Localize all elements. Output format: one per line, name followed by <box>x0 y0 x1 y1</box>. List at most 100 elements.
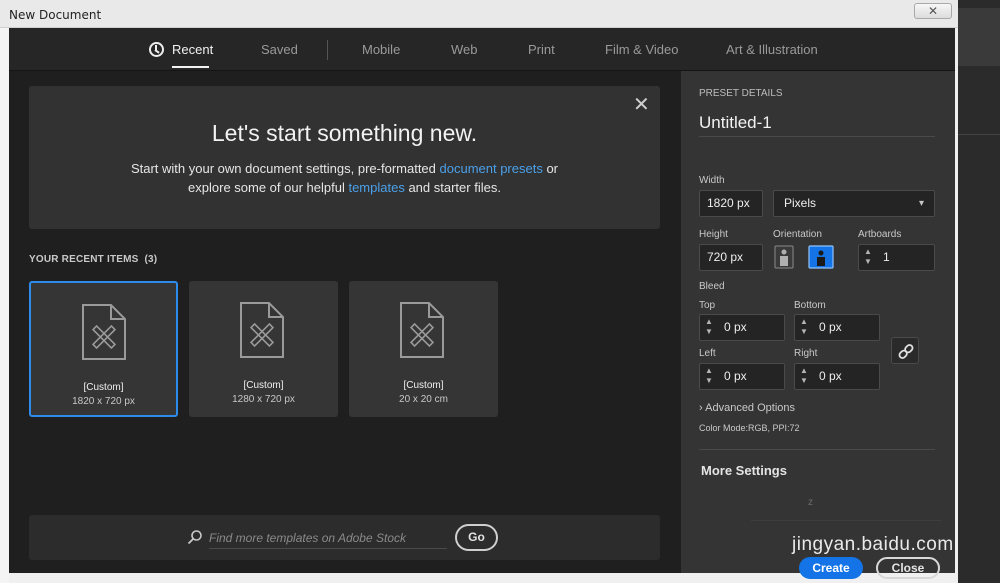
panel-divider <box>699 449 935 450</box>
bleed-left-label: Left <box>699 348 716 359</box>
bleed-right-value: 0 px <box>819 369 842 383</box>
recent-item-size: 1280 x 720 px <box>232 394 295 405</box>
templates-link[interactable]: templates <box>348 180 404 195</box>
artboards-stepper[interactable]: ▲ ▼ <box>863 247 873 268</box>
recent-item-card[interactable]: [Custom] 20 x 20 cm <box>349 281 498 417</box>
banner-text-part: explore some of our helpful <box>188 180 349 195</box>
up-arrow-icon[interactable]: ▲ <box>704 366 714 376</box>
down-arrow-icon[interactable]: ▼ <box>704 327 714 337</box>
advanced-options-label: Advanced Options <box>705 402 796 414</box>
bleed-top-input[interactable]: ▲ ▼ 0 px <box>699 314 785 341</box>
banner-text-part: or <box>542 161 559 176</box>
up-arrow-icon[interactable]: ▲ <box>704 317 714 327</box>
recent-items-label: YOUR RECENT ITEMS <box>29 254 139 265</box>
preset-details-panel: PRESET DETAILS Untitled-1 Width 1820 px … <box>681 71 955 579</box>
artboards-label: Artboards <box>858 229 902 240</box>
tab-web[interactable]: Web <box>451 42 478 57</box>
bleed-right-stepper[interactable]: ▲ ▼ <box>799 366 809 387</box>
background-app-edge <box>958 0 1000 583</box>
recent-item-size: 20 x 20 cm <box>399 394 448 405</box>
faint-label: z <box>808 497 813 508</box>
document-name-field[interactable]: Untitled-1 <box>699 113 935 137</box>
height-input[interactable]: 720 px <box>699 244 763 271</box>
up-arrow-icon[interactable]: ▲ <box>799 317 809 327</box>
tab-print[interactable]: Print <box>528 42 555 57</box>
advanced-options-toggle[interactable]: › Advanced Options <box>699 402 795 414</box>
search-icon <box>187 530 202 545</box>
active-tab-indicator <box>172 66 209 68</box>
bleed-right-label: Right <box>794 348 818 359</box>
bleed-top-stepper[interactable]: ▲ ▼ <box>704 317 714 338</box>
bleed-bottom-stepper[interactable]: ▲ ▼ <box>799 317 809 338</box>
create-button[interactable]: Create <box>799 557 863 579</box>
bleed-top-value: 0 px <box>724 320 747 334</box>
artboards-input[interactable]: ▲ ▼ 1 <box>858 244 935 271</box>
up-arrow-icon[interactable]: ▲ <box>863 247 873 257</box>
tab-film-video[interactable]: Film & Video <box>605 42 678 57</box>
document-icon <box>240 302 284 358</box>
width-label: Width <box>699 175 725 186</box>
bleed-top-label: Top <box>699 300 716 311</box>
bleed-right-input[interactable]: ▲ ▼ 0 px <box>794 363 880 390</box>
banner-text-part: Start with your own document settings, p… <box>130 161 440 176</box>
stock-search-bar: Go <box>29 515 660 560</box>
document-icon <box>400 302 444 358</box>
recent-item-size: 1820 x 720 px <box>72 396 135 407</box>
tab-mobile[interactable]: Mobile <box>362 42 400 57</box>
background-panel <box>958 8 1000 66</box>
bleed-left-stepper[interactable]: ▲ ▼ <box>704 366 714 387</box>
bleed-bottom-input[interactable]: ▲ ▼ 0 px <box>794 314 880 341</box>
portrait-orientation-icon[interactable] <box>774 245 794 269</box>
clock-icon <box>149 42 164 57</box>
bleed-bottom-label: Bottom <box>794 300 826 311</box>
new-document-dialog: Recent Saved Mobile Web Print Film & Vid… <box>9 28 955 579</box>
welcome-banner: ✕ Let's start something new. Start with … <box>29 86 660 229</box>
watermark-text: jingyan.baidu.com <box>792 534 954 555</box>
banner-text: Start with your own document settings, p… <box>29 159 660 197</box>
bleed-left-value: 0 px <box>724 369 747 383</box>
recent-item-card[interactable]: [Custom] 1820 x 720 px <box>29 281 178 417</box>
tab-art-illustration[interactable]: Art & Illustration <box>726 42 818 57</box>
color-mode-info: Color Mode:RGB, PPI:72 <box>699 423 800 433</box>
banner-title: Let's start something new. <box>211 120 478 146</box>
bleed-left-input[interactable]: ▲ ▼ 0 px <box>699 363 785 390</box>
document-presets-link[interactable]: document presets <box>440 161 543 176</box>
down-arrow-icon[interactable]: ▼ <box>863 257 873 267</box>
link-icon <box>898 344 914 359</box>
orientation-label: Orientation <box>773 229 822 240</box>
banner-text-part: and starter files. <box>404 180 501 195</box>
preset-tabs-bar: Recent Saved Mobile Web Print Film & Vid… <box>9 28 955 71</box>
background-left-edge <box>0 28 9 583</box>
chevron-right-icon: › <box>699 402 703 414</box>
link-bleed-button[interactable] <box>891 337 919 364</box>
preset-details-heading: PRESET DETAILS <box>699 88 783 99</box>
artboards-value: 1 <box>883 250 890 264</box>
window-titlebar: New Document ✕ <box>0 0 1000 28</box>
more-settings-button[interactable]: More Settings <box>701 463 787 478</box>
close-icon: ✕ <box>927 4 939 18</box>
down-arrow-icon[interactable]: ▼ <box>799 327 809 337</box>
units-value: Pixels <box>784 196 817 210</box>
window-title: New Document <box>9 8 102 22</box>
banner-close-icon[interactable]: ✕ <box>633 92 650 117</box>
bleed-bottom-value: 0 px <box>819 320 842 334</box>
tab-recent[interactable]: Recent <box>172 42 213 57</box>
recent-item-title: [Custom] <box>243 380 284 391</box>
close-button[interactable]: Close <box>876 557 940 579</box>
tab-saved[interactable]: Saved <box>261 42 298 57</box>
down-arrow-icon[interactable]: ▼ <box>799 376 809 386</box>
go-button[interactable]: Go <box>455 524 498 551</box>
recent-item-title: [Custom] <box>83 382 124 393</box>
down-arrow-icon[interactable]: ▼ <box>704 376 714 386</box>
window-close-button[interactable]: ✕ <box>914 3 952 19</box>
stock-search-input[interactable] <box>209 528 447 549</box>
up-arrow-icon[interactable]: ▲ <box>799 366 809 376</box>
panel-divider <box>751 520 941 521</box>
chevron-down-icon: ▾ <box>918 198 924 209</box>
landscape-orientation-icon[interactable] <box>808 245 834 269</box>
recent-item-title: [Custom] <box>403 380 444 391</box>
bleed-label: Bleed <box>699 281 725 292</box>
width-input[interactable]: 1820 px <box>699 190 763 217</box>
recent-item-card[interactable]: [Custom] 1280 x 720 px <box>189 281 338 417</box>
units-select[interactable]: Pixels ▾ <box>773 190 935 217</box>
